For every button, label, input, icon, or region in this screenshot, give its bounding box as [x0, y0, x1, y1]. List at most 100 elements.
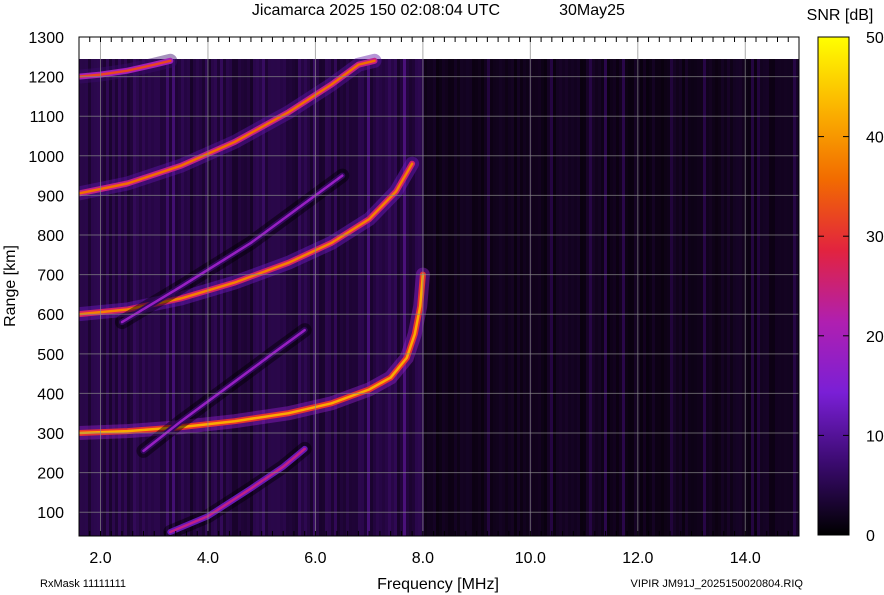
noise-column	[598, 59, 601, 536]
noise-column	[541, 59, 544, 536]
file-label: VIPIR JM91J_2025150020804.RIQ	[631, 578, 804, 590]
noise-column	[127, 59, 130, 536]
noise-column	[763, 59, 766, 536]
noise-column	[535, 59, 538, 536]
noise-column	[760, 59, 763, 536]
noise-column	[595, 59, 598, 536]
noise-column	[472, 59, 475, 536]
noise-column	[586, 59, 589, 536]
noise-column	[364, 59, 367, 536]
noise-column	[451, 59, 454, 536]
noise-column	[688, 59, 691, 536]
noise-column	[694, 59, 697, 536]
noise-column	[373, 59, 376, 536]
noise-column	[610, 59, 613, 536]
noise-column	[121, 59, 124, 536]
noise-column	[301, 59, 304, 536]
noise-column	[370, 59, 373, 536]
noise-column	[142, 59, 145, 536]
noise-column	[568, 59, 571, 536]
noise-column	[475, 59, 478, 536]
noise-column	[667, 59, 670, 536]
noise-column	[781, 59, 784, 536]
noise-column	[223, 59, 226, 536]
noise-column	[718, 59, 721, 536]
noise-column	[790, 59, 793, 536]
noise-column	[709, 59, 712, 536]
noise-column	[214, 59, 217, 536]
noise-column	[388, 59, 391, 536]
noise-column	[544, 59, 547, 536]
noise-column	[133, 59, 136, 536]
chart-date: 30May25	[559, 2, 625, 19]
noise-column	[304, 59, 307, 536]
noise-column	[403, 59, 406, 536]
noise-column	[703, 59, 706, 536]
noise-column	[685, 59, 688, 536]
y-tick-label: 1100	[30, 109, 65, 126]
noise-column	[643, 59, 646, 536]
noise-column	[715, 59, 718, 536]
noise-column	[337, 59, 340, 536]
y-tick-label: 300	[37, 426, 64, 443]
noise-column	[496, 59, 499, 536]
noise-column	[226, 59, 229, 536]
noise-column	[607, 59, 610, 536]
noise-column	[682, 59, 685, 536]
x-tick-label: 12.0	[622, 550, 653, 567]
noise-column	[664, 59, 667, 536]
noise-column	[550, 59, 553, 536]
noise-column	[391, 59, 394, 536]
noise-column	[88, 59, 91, 536]
noise-column	[538, 59, 541, 536]
noise-column	[526, 59, 529, 536]
noise-column	[340, 59, 343, 536]
noise-column	[211, 59, 214, 536]
noise-column	[658, 59, 661, 536]
colorbar-tick-label: 20	[866, 329, 884, 346]
noise-column	[565, 59, 568, 536]
noise-column	[562, 59, 565, 536]
noise-column	[631, 59, 634, 536]
noise-column	[736, 59, 739, 536]
noise-column	[334, 59, 337, 536]
noise-column	[319, 59, 322, 536]
noise-column	[430, 59, 433, 536]
noise-column	[454, 59, 457, 536]
noise-column	[727, 59, 730, 536]
noise-column	[439, 59, 442, 536]
noise-column	[379, 59, 382, 536]
noise-column	[649, 59, 652, 536]
noise-column	[583, 59, 586, 536]
noise-column	[784, 59, 787, 536]
colorbar-tick-label: 40	[866, 130, 884, 147]
noise-column	[514, 59, 517, 536]
noise-column	[457, 59, 460, 536]
noise-column	[673, 59, 676, 536]
noise-column	[409, 59, 412, 536]
noise-column	[490, 59, 493, 536]
noise-column	[766, 59, 769, 536]
x-tick-label: 14.0	[730, 550, 761, 567]
noise-column	[271, 59, 274, 536]
noise-column	[460, 59, 463, 536]
noise-column	[448, 59, 451, 536]
noise-column	[670, 59, 673, 536]
noise-column	[466, 59, 469, 536]
noise-column	[505, 59, 508, 536]
noise-column	[85, 59, 88, 536]
noise-column	[469, 59, 472, 536]
noise-column	[436, 59, 439, 536]
y-tick-label: 600	[37, 307, 64, 324]
noise-column	[604, 59, 607, 536]
noise-column	[697, 59, 700, 536]
rx-mask-label: RxMask 11111111	[40, 578, 126, 590]
noise-column	[589, 59, 592, 536]
noise-column	[700, 59, 703, 536]
noise-column	[361, 59, 364, 536]
noise-column	[571, 59, 574, 536]
noise-column	[502, 59, 505, 536]
noise-column	[493, 59, 496, 536]
noise-column	[622, 59, 625, 536]
y-tick-label: 400	[37, 386, 64, 403]
